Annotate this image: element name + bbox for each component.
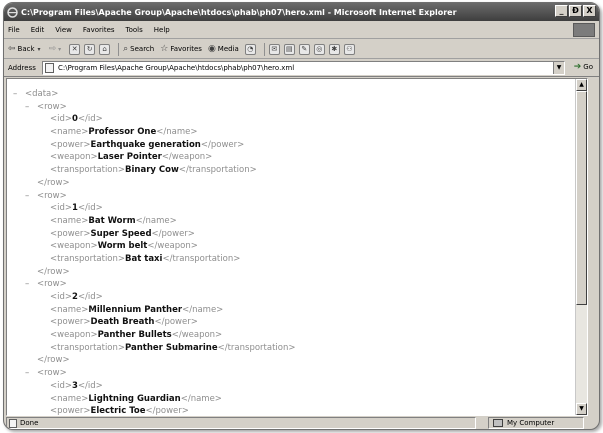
search-icon: ⌕ [123, 44, 129, 54]
maximize-button[interactable]: Ð [569, 5, 582, 17]
page-icon [9, 418, 17, 428]
print-icon[interactable]: ▤ [283, 43, 295, 55]
page-icon [45, 63, 54, 73]
xml-field: <power>Earthquake generation</power> [50, 139, 245, 150]
xml-field: <id>3</id> [50, 380, 103, 391]
xml-field: <name>Professor One</name> [50, 127, 198, 138]
zone-label: My Computer [507, 419, 555, 427]
menu-view[interactable]: View [55, 26, 72, 34]
scroll-thumb[interactable] [576, 91, 587, 305]
back-label: Back [17, 45, 35, 53]
favorites-icon: ☆ [160, 44, 169, 54]
menu-help[interactable]: Help [154, 26, 170, 34]
favorites-label: Favorites [170, 45, 202, 53]
history-icon[interactable]: ◔ [244, 43, 256, 55]
address-label: Address [8, 63, 36, 72]
xml-row-open: – <row> [25, 101, 67, 114]
forward-arrow-icon: ⇨ [48, 44, 57, 54]
xml-field: <name>Bat Worm</name> [50, 215, 177, 226]
vertical-scrollbar[interactable]: ▲ ▼ [575, 79, 587, 415]
collapse-toggle[interactable]: – [25, 367, 37, 380]
favorites-button[interactable]: ☆ Favorites [160, 44, 202, 54]
scroll-up-button[interactable]: ▲ [576, 79, 587, 91]
menu-edit[interactable]: Edit [31, 26, 45, 34]
xml-root-open: – <data> [13, 88, 59, 101]
collapse-toggle[interactable]: – [25, 101, 37, 114]
scroll-down-button[interactable]: ▼ [576, 403, 587, 415]
address-input[interactable]: C:\Program Files\Apache Group\Apache\htd… [42, 61, 565, 75]
stop-icon[interactable]: ✕ [69, 43, 81, 55]
close-button[interactable]: X [583, 5, 596, 17]
home-icon[interactable]: ⌂ [99, 43, 111, 55]
chevron-down-icon: ▾ [58, 45, 62, 53]
menu-bar: File Edit View Favorites Tools Help [4, 21, 599, 39]
browser-window: C:\Program Files\Apache Group\Apache\htd… [3, 2, 600, 430]
computer-icon [493, 419, 503, 427]
xml-field: <power>Death Breath</power> [50, 317, 198, 328]
address-value: C:\Program Files\Apache Group\Apache\htd… [58, 64, 295, 72]
menu-file[interactable]: File [8, 26, 20, 34]
xml-field: <transportation>Bat taxi</transportation… [50, 253, 241, 264]
xml-field: <weapon>Worm belt</weapon> [50, 241, 198, 252]
search-label: Search [130, 45, 155, 53]
xml-tree: – <data> – <row> <id>0</id> <name>Professo… [13, 88, 296, 416]
xml-field: <id>1</id> [50, 203, 103, 214]
document-view[interactable]: – <data> – <row> <id>0</id> <name>Professo… [6, 78, 588, 416]
xml-field: <power>Electric Toe</power> [50, 406, 189, 416]
status-bar: Done My Computer [4, 416, 599, 429]
research-icon[interactable]: ✱ [328, 43, 340, 55]
go-arrow-icon: ➔ [573, 62, 582, 72]
xml-field: <power>Super Speed</power> [50, 228, 195, 239]
chevron-down-icon: ▾ [37, 45, 41, 53]
media-button[interactable]: ◉ Media [208, 44, 239, 54]
xml-field: <transportation>Panther Submarine</trans… [50, 342, 296, 353]
forward-button[interactable]: ⇨ ▾ [49, 44, 64, 54]
mail-icon[interactable]: ✉ [268, 43, 280, 55]
menu-favorites[interactable]: Favorites [83, 26, 115, 34]
address-bar: Address C:\Program Files\Apache Group\Ap… [4, 59, 599, 77]
xml-field: <weapon>Laser Pointer</weapon> [50, 152, 213, 163]
back-arrow-icon: ⇦ [8, 44, 16, 54]
title-bar: C:\Program Files\Apache Group\Apache\htd… [4, 3, 599, 21]
edit-icon[interactable]: ✎ [298, 43, 310, 55]
xml-row-open: – <row> [25, 278, 67, 291]
xml-row-open: – <row> [25, 367, 67, 380]
xml-field: <name>Lightning Guardian</name> [50, 393, 222, 404]
status-text-panel: Done [6, 417, 476, 429]
menu-tools[interactable]: Tools [126, 26, 143, 34]
go-button[interactable]: ➔ Go [574, 62, 593, 72]
collapse-toggle[interactable]: – [13, 88, 25, 101]
media-label: Media [217, 45, 239, 53]
go-label: Go [583, 63, 593, 71]
media-icon: ◉ [207, 44, 216, 54]
toolbar-separator [118, 42, 120, 56]
toolbar-separator [263, 42, 265, 56]
ie-logo-icon [7, 6, 18, 18]
refresh-icon[interactable]: ↻ [84, 43, 96, 55]
xml-field: <name>Millennium Panther</name> [50, 304, 224, 315]
toolbar: ⇦ Back ▾ ⇨ ▾ ✕ ↻ ⌂ ⌕ Search ☆ Favorites … [4, 40, 599, 59]
collapse-toggle[interactable]: – [25, 278, 37, 291]
address-dropdown-button[interactable]: ▼ [553, 62, 564, 74]
window-controls: _ Ð X [555, 5, 596, 17]
xml-row-close: </row> [37, 355, 70, 366]
collapse-toggle[interactable]: – [25, 190, 37, 203]
window-title: C:\Program Files\Apache Group\Apache\htd… [21, 7, 457, 17]
xml-row-close: </row> [37, 266, 70, 277]
discuss-icon[interactable]: ◎ [313, 43, 325, 55]
status-text: Done [20, 419, 39, 427]
search-button[interactable]: ⌕ Search [123, 44, 154, 54]
xml-field: <id>0</id> [50, 114, 103, 125]
xml-row-close: </row> [37, 177, 70, 188]
messenger-icon[interactable]: ⚇ [343, 43, 355, 55]
windows-flag-icon [573, 23, 595, 37]
xml-row-open: – <row> [25, 190, 67, 203]
xml-field: <transportation>Binary Cow</transportati… [50, 165, 257, 176]
security-zone-panel: My Computer [488, 417, 584, 429]
minimize-button[interactable]: _ [555, 5, 568, 17]
back-button[interactable]: ⇦ Back ▾ [8, 44, 43, 54]
xml-field: <weapon>Panther Bullets</weapon> [50, 330, 223, 341]
xml-field: <id>2</id> [50, 292, 103, 302]
